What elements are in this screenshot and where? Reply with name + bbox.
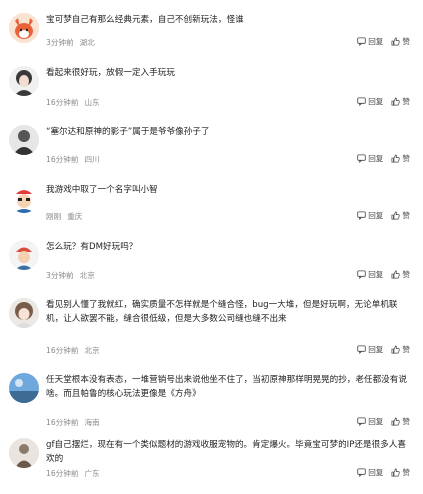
like-button[interactable]: 赞: [391, 416, 410, 427]
comment-text: “塞尔达和原神的影子”属于是爷爷像孙子了: [46, 127, 210, 137]
like-button[interactable]: 赞: [391, 269, 410, 280]
like-label: 赞: [402, 154, 410, 163]
comment-text: 宝可梦自己有那么经典元素，自己不创新玩法，怪谁: [46, 15, 244, 25]
like-label: 赞: [402, 211, 410, 220]
comment-meta: 16分钟前 四川: [46, 154, 100, 165]
like-button[interactable]: 赞: [391, 36, 410, 47]
reply-button[interactable]: 回复: [357, 269, 383, 280]
reply-icon: [357, 97, 368, 106]
reply-button[interactable]: 回复: [357, 416, 383, 427]
reply-label: 回复: [368, 154, 384, 163]
reply-button[interactable]: 回复: [357, 96, 383, 107]
thumbs-up-icon: [391, 37, 402, 46]
comment-actions: 回复 赞: [357, 416, 410, 427]
comment-text: 任天堂根本没有表态，一堆营销号出来说他坐不住了，当初原神那样明晃晃的抄，老任都没…: [46, 375, 407, 399]
thumbs-up-icon: [391, 345, 402, 354]
reply-icon: [357, 345, 368, 354]
reply-button[interactable]: 回复: [357, 210, 383, 221]
thumbs-up-icon: [391, 97, 402, 106]
comment-actions: 回复 赞: [357, 210, 410, 221]
comment-location: 北京: [79, 271, 95, 280]
comment-location: 四川: [84, 155, 100, 164]
thumbs-up-icon: [391, 468, 402, 477]
like-button[interactable]: 赞: [391, 96, 410, 107]
comment-meta: 16分钟前 北京: [46, 345, 100, 356]
fox-avatar-icon[interactable]: [9, 13, 39, 43]
comment-time: 16分钟前: [46, 346, 79, 355]
comment-time: 3分钟前: [46, 271, 74, 280]
comment-location: 广东: [84, 469, 100, 478]
reply-icon: [357, 468, 368, 477]
comment-time: 16分钟前: [46, 98, 79, 107]
like-label: 赞: [402, 270, 410, 279]
like-button[interactable]: 赞: [391, 467, 410, 478]
comment-list: 宝可梦自己有那么经典元素，自己不创新玩法，怪谁 3分钟前 湖北 回复 赞 看起来很…: [0, 0, 423, 494]
comment-actions: 回复 赞: [357, 269, 410, 280]
reply-label: 回复: [368, 345, 384, 354]
scenery-avatar-icon[interactable]: [9, 373, 39, 403]
comment-location: 北京: [84, 346, 100, 355]
comment-meta: 16分钟前 广东: [46, 468, 100, 479]
reply-icon: [357, 211, 368, 220]
comment-actions: 回复 赞: [357, 153, 410, 164]
dark-figure-avatar-icon[interactable]: [9, 125, 39, 155]
reply-button[interactable]: 回复: [357, 153, 383, 164]
comment-location: 重庆: [67, 212, 83, 221]
comment-location: 山东: [84, 98, 100, 107]
comment-time: 3分钟前: [46, 38, 74, 47]
like-button[interactable]: 赞: [391, 344, 410, 355]
comment-time: 16分钟前: [46, 469, 79, 478]
like-label: 赞: [402, 345, 410, 354]
comment-meta: 16分钟前 海南: [46, 417, 100, 428]
like-button[interactable]: 赞: [391, 210, 410, 221]
thumbs-up-icon: [391, 154, 402, 163]
reply-label: 回复: [368, 270, 384, 279]
reply-button[interactable]: 回复: [357, 467, 383, 478]
comment-actions: 回复 赞: [357, 96, 410, 107]
comment-time: 16分钟前: [46, 418, 79, 427]
reply-label: 回复: [368, 37, 384, 46]
like-label: 赞: [402, 468, 410, 477]
comment-actions: 回复 赞: [357, 36, 410, 47]
reply-button[interactable]: 回复: [357, 344, 383, 355]
like-button[interactable]: 赞: [391, 153, 410, 164]
reply-button[interactable]: 回复: [357, 36, 383, 47]
comment-meta: 16分钟前 山东: [46, 97, 100, 108]
comment-text: gf自己摆烂，现在有一个类似题材的游戏收服宠物的。肯定爆火。毕竟宝可梦的IP还是…: [46, 440, 406, 464]
reply-icon: [357, 270, 368, 279]
reply-label: 回复: [368, 97, 384, 106]
reply-icon: [357, 37, 368, 46]
like-label: 赞: [402, 417, 410, 426]
reply-label: 回复: [368, 468, 384, 477]
comment-time: 16分钟前: [46, 155, 79, 164]
comment-meta: 3分钟前 北京: [46, 270, 95, 281]
thumbs-up-icon: [391, 417, 402, 426]
comment-text: 怎么玩？有DM好玩吗？: [46, 242, 138, 252]
figure-avatar-icon[interactable]: [9, 438, 39, 468]
comment-time: 刚刚: [46, 212, 62, 221]
comment-text: 看起来很好玩，放假一定入手玩玩: [46, 68, 175, 78]
like-label: 赞: [402, 97, 410, 106]
comment-text: 我游戏中取了一个名字叫小智: [46, 185, 158, 195]
like-label: 赞: [402, 37, 410, 46]
reply-icon: [357, 417, 368, 426]
trainer-avatar-icon[interactable]: [9, 240, 39, 270]
comment-location: 海南: [84, 418, 100, 427]
comment-actions: 回复 赞: [357, 344, 410, 355]
anime-girl-avatar-icon[interactable]: [9, 298, 39, 328]
comment-meta: 3分钟前 湖北: [46, 37, 95, 48]
girl-avatar-icon[interactable]: [9, 66, 39, 96]
reply-label: 回复: [368, 417, 384, 426]
comment-actions: 回复 赞: [357, 467, 410, 478]
comment-location: 湖北: [79, 38, 95, 47]
thumbs-up-icon: [391, 211, 402, 220]
comment-meta: 刚刚 重庆: [46, 211, 82, 222]
reply-label: 回复: [368, 211, 384, 220]
comment-text: 看见别人懂了我就红，确实质量不怎样就是个缝合怪，bug一大堆，但是好玩啊，无论单…: [46, 300, 398, 324]
cartoon-boy-avatar-icon[interactable]: [9, 183, 39, 213]
reply-icon: [357, 154, 368, 163]
thumbs-up-icon: [391, 270, 402, 279]
